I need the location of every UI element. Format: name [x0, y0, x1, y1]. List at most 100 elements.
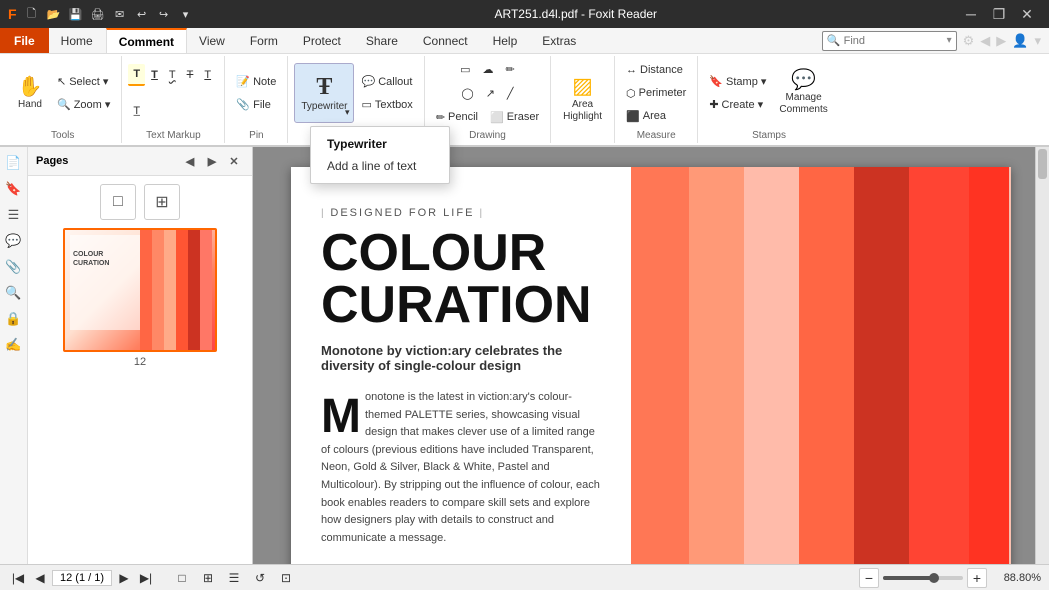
tab-share[interactable]: Share	[354, 28, 411, 53]
sidebar-icon-search[interactable]: 🔍	[2, 281, 26, 305]
ellipse-btn[interactable]: ◯	[456, 82, 478, 104]
vertical-scrollbar[interactable]	[1035, 147, 1049, 564]
eraser-btn[interactable]: ⬜ Eraser	[485, 106, 544, 128]
area-highlight-btn[interactable]: ▨ AreaHighlight	[557, 69, 608, 129]
create-btn[interactable]: ✚ Create ▾	[704, 94, 771, 116]
first-page-btn[interactable]: |◀	[8, 568, 28, 588]
area-measure-label: Area	[643, 110, 666, 122]
tab-help[interactable]: Help	[481, 28, 531, 53]
text-markup-2[interactable]: T	[146, 64, 163, 86]
sidebar-icon-signature[interactable]: ✍	[2, 333, 26, 357]
open-btn[interactable]: 📂	[45, 5, 63, 23]
stamp-btn[interactable]: 🔖 Stamp ▾	[704, 71, 771, 93]
print-btn[interactable]: 🖨	[89, 5, 107, 23]
close-btn[interactable]: ✕	[1013, 0, 1041, 28]
manage-comments-btn[interactable]: 💬 ManageComments	[773, 63, 833, 123]
fit-btn[interactable]: ⊡	[276, 568, 296, 588]
hand-tool-btn[interactable]: ✋ Hand	[10, 63, 50, 123]
select-tool-btn[interactable]: ↖ Select ▾	[52, 71, 115, 93]
page-input[interactable]	[52, 570, 112, 586]
email-btn[interactable]: ✉	[111, 5, 129, 23]
save-btn[interactable]: 💾	[67, 5, 85, 23]
sidebar-icon-pages[interactable]: 📄	[2, 151, 26, 175]
textmarkup-items: T T T T T T̲	[128, 58, 218, 128]
file-btn[interactable]: 📎 File	[231, 94, 281, 116]
scroll-view-btn[interactable]: ☰	[224, 568, 244, 588]
manage-comments-icon: 💬	[791, 70, 816, 90]
window-title: ART251.d4l.pdf - Foxit Reader	[195, 7, 957, 21]
textbox-btn[interactable]: ▭ Textbox	[356, 94, 417, 116]
tab-file[interactable]: File	[0, 28, 49, 53]
sidebar-icon-comments[interactable]: 💬	[2, 229, 26, 253]
sidebar-icon-security[interactable]: 🔒	[2, 307, 26, 331]
tab-home[interactable]: Home	[49, 28, 106, 53]
tab-form[interactable]: Form	[238, 28, 291, 53]
zoom-slider[interactable]	[883, 576, 963, 580]
arrow-btn[interactable]: ↗	[481, 82, 500, 104]
zoom-out-btn[interactable]: −	[859, 568, 879, 588]
ribbon-group-textmarkup: T T T T T T̲ Text Markup	[122, 56, 225, 143]
doc-para-1: onotone is the latest in viction:ary's c…	[321, 391, 600, 544]
typewriter-dropdown-menu: Typewriter Add a line of text	[310, 147, 450, 184]
tab-view[interactable]: View	[187, 28, 238, 53]
cloud-btn[interactable]: ☁	[478, 58, 499, 80]
search-input[interactable]	[844, 35, 944, 47]
note-btn[interactable]: 📝 Note	[231, 71, 281, 93]
perimeter-btn[interactable]: ⬡ Perimeter	[621, 82, 691, 104]
minimize-btn[interactable]: ─	[957, 0, 985, 28]
double-page-btn[interactable]: ⊞	[144, 184, 180, 220]
rect-btn[interactable]: ▭	[455, 58, 475, 80]
zoom-tool-btn[interactable]: 🔍 Zoom ▾	[52, 94, 115, 116]
zoom-in-btn[interactable]: +	[967, 568, 987, 588]
file-label: File	[253, 99, 271, 111]
expand-btn[interactable]: ▾	[1034, 33, 1041, 49]
text-markup-3[interactable]: T	[164, 64, 181, 86]
tab-connect[interactable]: Connect	[411, 28, 481, 53]
text-markup-5[interactable]: T	[199, 64, 216, 86]
redo-btn[interactable]: ↪	[155, 5, 173, 23]
note-label: Note	[253, 76, 276, 88]
double-view-btn[interactable]: ⊞	[198, 568, 218, 588]
sidebar-icon-bookmarks[interactable]: 🔖	[2, 177, 26, 201]
undo-btn[interactable]: ↩	[133, 5, 151, 23]
text-markup-4[interactable]: T	[182, 64, 199, 86]
customize-btn[interactable]: ▾	[177, 5, 195, 23]
panel-close-btn[interactable]: ✕	[224, 151, 244, 171]
settings-btn[interactable]: ⚙	[963, 33, 975, 49]
nav-back-btn[interactable]: ◀	[980, 33, 990, 49]
typewriter-icon: Ŧ	[316, 75, 332, 99]
callout-btn[interactable]: 💬 Callout	[356, 71, 417, 93]
area-measure-btn[interactable]: ⬛ Area	[621, 105, 691, 127]
zoom-slider-fill	[883, 576, 931, 580]
next-page-btn[interactable]: ▶	[114, 568, 134, 588]
pencil-tool-btn[interactable]: ✏ Pencil	[431, 106, 483, 128]
tab-extras[interactable]: Extras	[530, 28, 589, 53]
nav-forward-btn[interactable]: ▶	[996, 33, 1006, 49]
prev-page-btn[interactable]: ◀	[30, 568, 50, 588]
pencil-draw-btn[interactable]: ✏	[501, 58, 520, 80]
text-markup-1[interactable]: T	[128, 64, 145, 86]
pencil-label: Pencil	[448, 111, 478, 123]
line-btn[interactable]: ╱	[502, 82, 519, 104]
panel-next-btn[interactable]: ▶	[202, 151, 222, 171]
panel-prev-btn[interactable]: ◀	[180, 151, 200, 171]
rotate-btn[interactable]: ↺	[250, 568, 270, 588]
single-view-btn[interactable]: □	[172, 568, 192, 588]
tab-comment[interactable]: Comment	[106, 28, 187, 53]
typewriter-btn[interactable]: Ŧ Typewriter ▾	[294, 63, 354, 123]
account-btn[interactable]: 👤	[1012, 33, 1028, 49]
dropdown-add-line-btn[interactable]: Add a line of text	[311, 153, 449, 179]
new-file-btn[interactable]: 🗋	[23, 5, 41, 23]
sidebar-icon-layers[interactable]: ☰	[2, 203, 26, 227]
page-thumbnail-12[interactable]: COLOURCURATION	[63, 228, 217, 352]
distance-btn[interactable]: ↔ Distance	[621, 59, 691, 81]
text-markup-6[interactable]: T̲	[128, 100, 145, 122]
single-page-btn[interactable]: □	[100, 184, 136, 220]
search-dropdown-icon[interactable]: ▾	[947, 35, 952, 46]
document-viewer[interactable]: MONOTONE No. 7 MONOTONE MONOTONE PALETTE…	[253, 147, 1049, 564]
sidebar-icon-attachments[interactable]: 📎	[2, 255, 26, 279]
last-page-btn[interactable]: ▶|	[136, 568, 156, 588]
restore-btn[interactable]: ❐	[985, 0, 1013, 28]
tab-protect[interactable]: Protect	[291, 28, 354, 53]
scrollbar-thumb[interactable]	[1038, 149, 1047, 179]
